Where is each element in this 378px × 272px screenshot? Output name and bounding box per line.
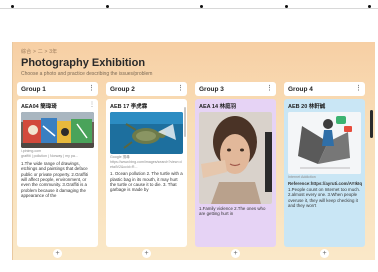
post-title: AEA 14 林庭羽 <box>199 104 237 110</box>
frame-top-line <box>0 8 378 9</box>
post-caption: graffiti | pollution | Norway | my pa... <box>21 154 78 159</box>
column-header: Group 3 ⋮ <box>195 82 276 96</box>
graffiti-photo[interactable] <box>21 112 94 148</box>
post-title: AEA04 簡瑋琦 <box>21 104 57 110</box>
padlet-board: 綜合 > 二 > 3年 Photography Exhibition Choos… <box>12 42 375 260</box>
column-title: Group 4 <box>288 85 313 93</box>
column-title: Group 2 <box>110 85 135 93</box>
column-title: Group 1 <box>21 85 46 93</box>
post-title: AEB 20 林軒誠 <box>288 104 326 110</box>
add-post-button[interactable]: + <box>142 249 151 258</box>
post-card[interactable]: AEA 14 林庭羽 1.Family violence 2.The ones … <box>195 99 276 247</box>
post-body: 1.People count on Internet too much. 2.a… <box>288 186 361 209</box>
post-link[interactable]: https://www.bing.com/images/search?view=… <box>110 160 183 169</box>
post-card[interactable]: AEA04 簡瑋琦 ⋮ i.pinimg.com graffiti | poll <box>17 99 98 247</box>
column-more-icon[interactable]: ⋮ <box>177 84 184 92</box>
column-title: Group 3 <box>199 85 224 93</box>
page-subtitle: Choose a photo and practice describing t… <box>21 71 153 77</box>
post-title: AEB 17 李虎霖 <box>110 104 148 110</box>
post-body: 1. Ocean pollution 2. The turtle with a … <box>110 171 183 193</box>
column-more-icon[interactable]: ⋮ <box>266 84 273 92</box>
column-group-2: Group 2 ⋮ AEB 17 李虎霖 Google 搜尋 https://w… <box>106 82 187 260</box>
card-scrollbar[interactable] <box>184 107 186 137</box>
breadcrumb: 綜合 > 二 > 3年 <box>21 49 58 55</box>
page-title: Photography Exhibition <box>21 57 146 69</box>
family-violence-photo[interactable] <box>199 112 272 204</box>
column-group-3: Group 3 ⋮ AEA 14 林庭羽 1.Family violence 2… <box>195 82 276 260</box>
post-card[interactable]: AEB 20 林軒誠 Internet Addiction Reference:… <box>284 99 365 247</box>
internet-addiction-photo[interactable] <box>288 112 361 174</box>
column-more-icon[interactable]: ⋮ <box>355 84 362 92</box>
column-header: Group 4 ⋮ <box>284 82 365 96</box>
post-more-icon[interactable]: ⋮ <box>89 101 95 108</box>
add-post-button[interactable]: + <box>231 249 240 258</box>
turtle-photo[interactable] <box>110 112 183 154</box>
add-post-button[interactable]: + <box>320 249 329 258</box>
post-card[interactable]: AEB 17 李虎霖 Google 搜尋 https://www.bing.co… <box>106 99 187 247</box>
column-header: Group 1 ⋮ <box>17 82 98 96</box>
column-group-4: Group 4 ⋮ AEB 20 林軒誠 Internet Addiction … <box>284 82 365 260</box>
post-source: Internet Addiction <box>288 175 316 179</box>
column-group-1: Group 1 ⋮ AEA04 簡瑋琦 ⋮ i.pinimg.com graff… <box>17 82 98 260</box>
post-body: 1.Family violence 2.The ones who are get… <box>199 206 266 217</box>
scroll-handle[interactable] <box>370 110 373 138</box>
column-more-icon[interactable]: ⋮ <box>88 84 95 92</box>
board-header: 綜合 > 二 > 3年 Photography Exhibition Choos… <box>21 48 152 77</box>
add-post-button[interactable]: + <box>53 249 62 258</box>
column-header: Group 2 ⋮ <box>106 82 187 96</box>
post-source: i.pinimg.com <box>21 149 42 153</box>
post-body: 1.The wide range of drawings, etchings a… <box>21 160 88 199</box>
post-source: Google 搜尋 <box>110 155 130 159</box>
